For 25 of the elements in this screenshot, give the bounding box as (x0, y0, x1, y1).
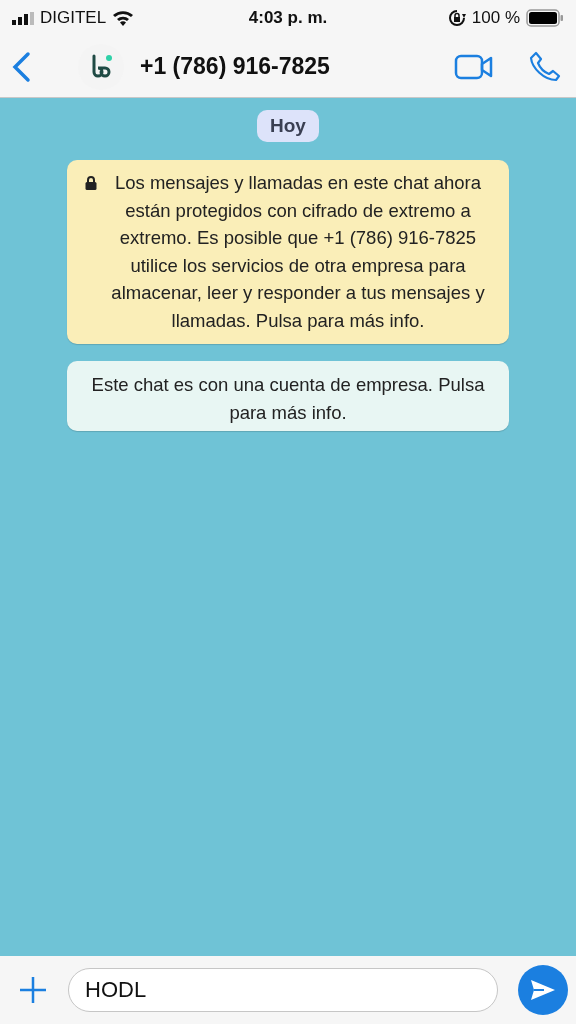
battery-percent: 100 % (471, 8, 520, 28)
wifi-icon (112, 10, 135, 26)
video-call-button[interactable] (454, 53, 494, 80)
encryption-notice[interactable] (67, 160, 509, 344)
signal-icon (12, 11, 34, 25)
date-badge: Hoy (257, 110, 319, 142)
battery-icon (526, 9, 564, 27)
clock-time: 4:03 p. m. (248, 8, 328, 28)
send-icon (530, 979, 556, 1001)
message-field[interactable]: HODL (68, 968, 498, 1012)
carrier-name: DIGITEL (40, 8, 107, 28)
send-button[interactable] (518, 965, 568, 1015)
back-icon (10, 50, 32, 83)
video-camera-icon (454, 53, 494, 80)
back-button[interactable] (10, 50, 32, 83)
call-button[interactable] (528, 49, 562, 84)
rotation-lock-icon (447, 9, 466, 27)
contact-name: +1 (786) 916-7825 (140, 53, 331, 80)
encryption-notice-text: Los mensajes y llamadas en este chat ahora están protegidos con cifrado de extremo a extremo. Es posible que +1 (786) 916-7825 utilice los servicios de otra empresa para almacenar, leer y responder a tus mensajes y llamadas. Pulsa para más info. (110, 171, 486, 333)
business-notice-text: Este chat es con una cuenta de empresa. Pulsa para más info. (91, 374, 485, 423)
attach-button[interactable] (18, 975, 48, 1005)
lock-icon (85, 175, 97, 190)
plus-icon (18, 975, 48, 1005)
phone-icon (528, 49, 562, 84)
business-notice[interactable]: Este chat es con una cuenta de empresa. Pulsa para más info. (67, 361, 509, 431)
